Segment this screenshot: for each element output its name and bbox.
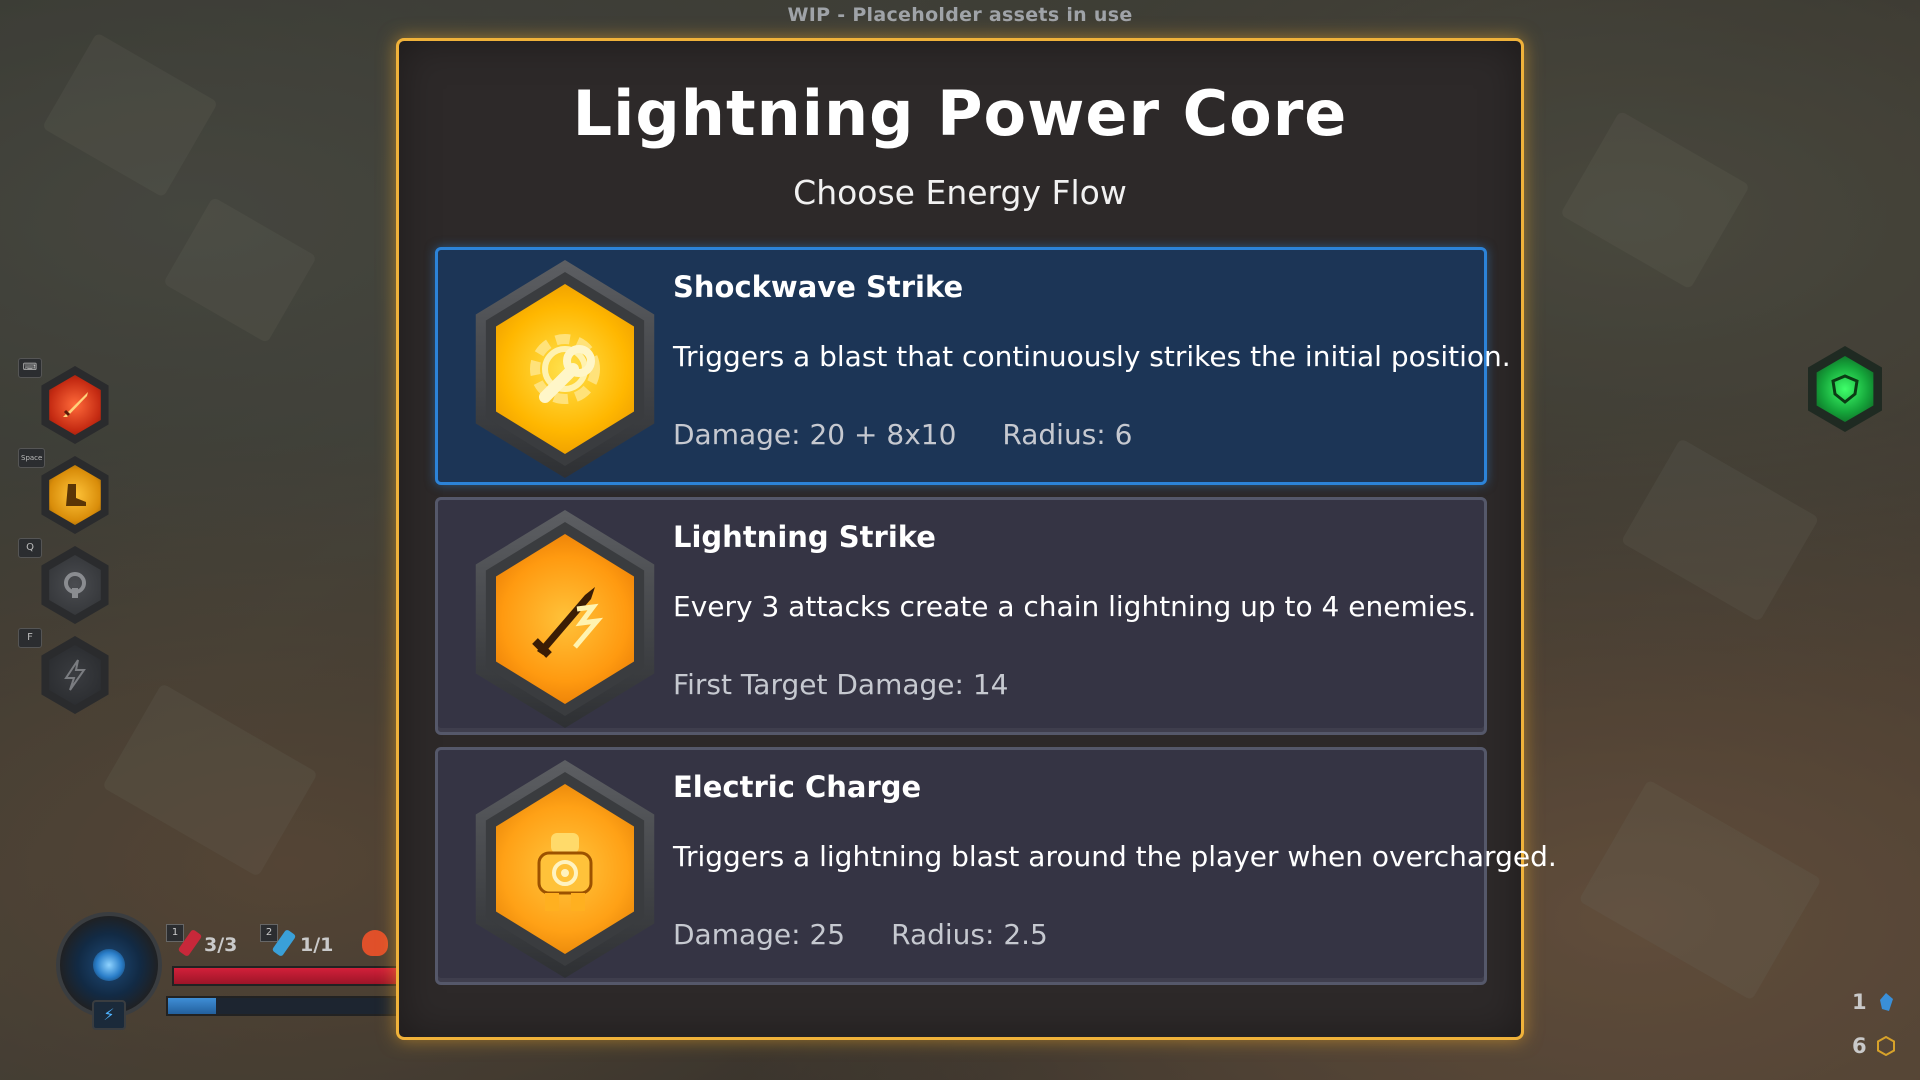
stat-radius: Radius: 6: [1002, 418, 1133, 451]
stat-first-target-damage: First Target Damage: 14: [673, 668, 1009, 701]
option-stats: Damage: 25 Radius: 2.5: [673, 918, 1048, 951]
option-title: Shockwave Strike: [673, 270, 964, 304]
lightning-icon: [64, 659, 86, 691]
blue-crystal-icon: [1879, 993, 1893, 1011]
resource-gold: 6: [1852, 1034, 1895, 1058]
option-icon-frame: [475, 760, 655, 978]
charged-robot-icon: [537, 833, 593, 911]
dialog-title: Lightning Power Core: [572, 77, 1348, 150]
energy-bar: [166, 996, 408, 1016]
flaming-sword-icon: [63, 392, 88, 417]
skill-slot-dash[interactable]: Space: [18, 448, 114, 534]
mouse-icon: ⌨: [18, 358, 42, 378]
option-description: Triggers a lightning blast around the pl…: [673, 840, 1557, 873]
wip-banner: WIP - Placeholder assets in use: [787, 4, 1133, 26]
key-badge: Q: [18, 538, 42, 558]
slot-key-badge: 1: [166, 924, 184, 942]
dialog-subtitle: Choose Energy Flow: [793, 173, 1127, 212]
option-icon-frame: [475, 260, 655, 478]
lightning-sword-icon: [532, 587, 604, 658]
option-title: Lightning Strike: [673, 520, 936, 554]
key-badge: Space: [18, 448, 46, 468]
gold-hex-icon: [1876, 1036, 1895, 1056]
heart-icon: [362, 930, 388, 956]
shield-icon: [1831, 374, 1859, 404]
crystal-count: 1: [1852, 990, 1867, 1014]
option-shockwave-strike[interactable]: Shockwave Strike Triggers a blast that c…: [435, 247, 1511, 485]
option-description: Every 3 attacks create a chain lightning…: [673, 590, 1477, 623]
lightning-icon: ⚡: [92, 1000, 126, 1030]
wrench-gear-icon: [530, 334, 600, 404]
skill-slot-q[interactable]: Q: [18, 538, 114, 624]
option-electric-charge[interactable]: Electric Charge Triggers a lightning bla…: [435, 747, 1557, 985]
option-stats: Damage: 20 + 8x10 Radius: 6: [673, 418, 1132, 451]
dash-boot-icon: [66, 484, 86, 506]
gold-count: 6: [1852, 1034, 1867, 1058]
health-bar: [172, 966, 408, 986]
option-lightning-strike[interactable]: Lightning Strike Every 3 attacks create …: [435, 497, 1487, 735]
power-core-dialog: Lightning Power Core Choose Energy Flow …: [396, 38, 1557, 1040]
skill-slot-primary[interactable]: ⌨: [18, 358, 114, 444]
syringe-count: 1/1: [300, 934, 334, 956]
resource-crystal: 1: [1852, 990, 1895, 1014]
potion-count: 3/3: [204, 934, 238, 956]
skill-slot-f[interactable]: F: [18, 628, 114, 714]
shield-gear-icon: [64, 572, 86, 598]
option-description: Triggers a blast that continuously strik…: [673, 340, 1511, 373]
slot-key-badge: 2: [260, 924, 278, 942]
stat-damage: Damage: 20 + 8x10: [673, 418, 957, 451]
stat-radius: Radius: 2.5: [891, 918, 1048, 951]
key-badge: F: [18, 628, 42, 648]
option-icon-frame: [475, 510, 655, 728]
option-stats: First Target Damage: 14: [673, 668, 1008, 701]
stat-damage: Damage: 25: [673, 918, 846, 951]
option-title: Electric Charge: [673, 770, 922, 804]
